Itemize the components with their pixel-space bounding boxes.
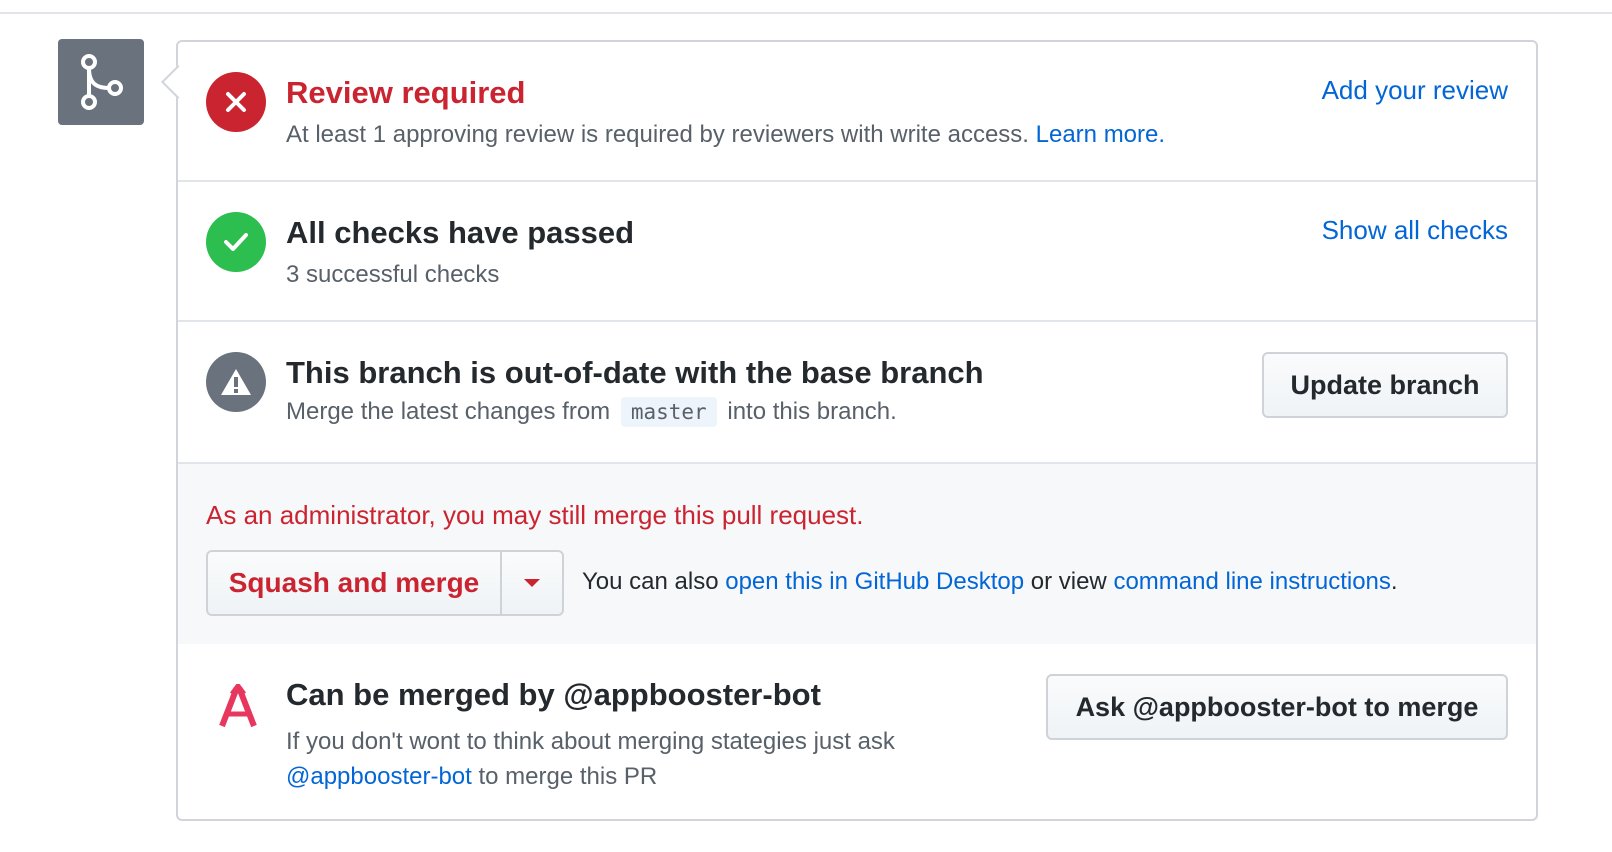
x-circle-icon: [206, 72, 266, 132]
bot-title: Can be merged by @appbooster-bot: [286, 677, 821, 712]
bot-desc-line2-suffix: to merge this PR: [478, 763, 658, 790]
update-branch-button[interactable]: Update branch: [1262, 352, 1508, 418]
appbooster-logo-icon: [218, 681, 258, 728]
branch-desc-before: Merge the latest changes from: [286, 398, 611, 425]
git-merge-icon: [58, 39, 144, 125]
merge-button-group: Squash and merge: [206, 550, 564, 616]
alt-suffix: .: [1390, 568, 1398, 595]
learn-more-link[interactable]: Learn more.: [1036, 121, 1165, 148]
review-title: Review required: [286, 75, 526, 110]
admin-note: As an administrator, you may still merge…: [206, 500, 864, 530]
alt-middle: or view: [1030, 568, 1107, 595]
branch-description: Merge the latest changes from master int…: [286, 397, 897, 427]
command-line-link[interactable]: command line instructions: [1113, 568, 1390, 595]
show-all-checks-link[interactable]: Show all checks: [1322, 215, 1508, 246]
merge-box: Review required At least 1 approving rev…: [161, 40, 1538, 821]
ask-bot-merge-button[interactable]: Ask @appbooster-bot to merge: [1046, 674, 1508, 740]
checks-section: All checks have passed 3 successful chec…: [178, 182, 1536, 322]
alternative-merge-text: You can also open this in GitHub Desktop…: [582, 568, 1398, 596]
bot-description: If you don't wont to think about merging…: [286, 724, 895, 794]
bot-desc-line1: If you don't wont to think about merging…: [286, 728, 895, 755]
checks-title: All checks have passed: [286, 215, 635, 250]
branch-section: This branch is out-of-date with the base…: [178, 322, 1536, 464]
check-circle-icon: [206, 212, 266, 272]
checks-description: 3 successful checks: [286, 261, 500, 288]
merge-method-dropdown[interactable]: [502, 552, 562, 614]
squash-and-merge-button[interactable]: Squash and merge: [208, 552, 502, 614]
add-review-link[interactable]: Add your review: [1322, 75, 1508, 106]
triangle-down-icon: [524, 579, 540, 587]
bot-merge-section: Can be merged by @appbooster-bot If you …: [178, 644, 1536, 819]
review-description: At least 1 approving review is required …: [286, 121, 1165, 149]
review-section: Review required At least 1 approving rev…: [178, 42, 1536, 182]
top-divider: [0, 0, 1612, 14]
alt-prefix: You can also: [582, 568, 719, 595]
review-description-text: At least 1 approving review is required …: [286, 121, 1029, 148]
github-desktop-link[interactable]: open this in GitHub Desktop: [725, 568, 1024, 595]
bot-desc-line2: @appbooster-bot to merge this PR: [286, 759, 895, 794]
admin-merge-section: As an administrator, you may still merge…: [178, 464, 1536, 644]
branch-desc-after: into this branch.: [727, 398, 897, 425]
branch-title: This branch is out-of-date with the base…: [286, 355, 984, 390]
alert-icon: [206, 352, 266, 412]
bot-mention-link[interactable]: @appbooster-bot: [286, 763, 472, 790]
base-branch-name: master: [620, 397, 717, 427]
